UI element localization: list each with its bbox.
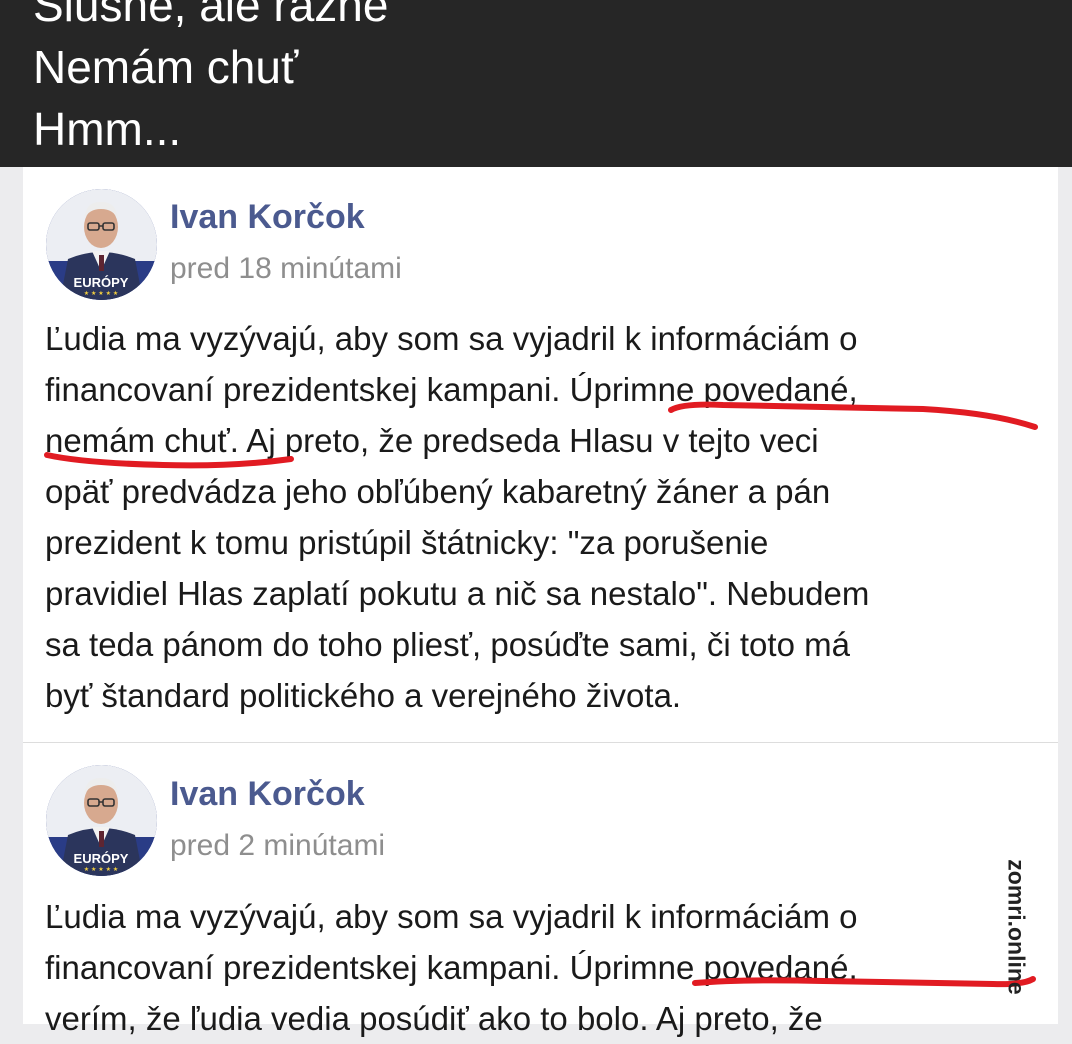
author-name[interactable]: Ivan Korčok bbox=[170, 198, 365, 237]
post-body-line: pravidiel Hlas zaplatí pokutu a nič sa n… bbox=[45, 575, 870, 612]
post-body-line: nemám chuť. Aj preto, že predseda Hlasu … bbox=[45, 422, 819, 459]
svg-text:★ ★ ★ ★ ★: ★ ★ ★ ★ ★ bbox=[84, 866, 119, 873]
post-body: Ľudia ma vyzývajú, aby som sa vyjadril k… bbox=[45, 313, 1045, 721]
post-feed: EURÓPY ★ ★ ★ ★ ★ Ivan Korčok pred 18 min… bbox=[23, 167, 1058, 1037]
post-timestamp[interactable]: pred 18 minútami bbox=[170, 252, 402, 286]
caption-line: Hmm... bbox=[33, 103, 182, 155]
svg-text:★ ★ ★ ★ ★: ★ ★ ★ ★ ★ bbox=[84, 290, 119, 297]
post: EURÓPY ★ ★ ★ ★ ★ Ivan Korčok pred 2 minú… bbox=[23, 743, 1058, 1043]
post-body-line: prezident k tomu pristúpil štátnicky: "z… bbox=[45, 524, 769, 561]
post-body-line: financovaní prezidentskej kampani. Úprim… bbox=[45, 949, 858, 986]
watermark: zomri.online bbox=[1001, 847, 1031, 1007]
post-body-line: byť štandard politického a verejného živ… bbox=[45, 677, 682, 714]
post-body-line: Ľudia ma vyzývajú, aby som sa vyjadril k… bbox=[45, 898, 858, 935]
post-body-line: verím, že ľudia vedia posúdiť ako to bol… bbox=[45, 1000, 823, 1037]
caption-line: Slušne, ale rázne bbox=[33, 0, 389, 31]
post: EURÓPY ★ ★ ★ ★ ★ Ivan Korčok pred 18 min… bbox=[23, 167, 1058, 742]
post-body-line: financovaní prezidentskej kampani. Úprim… bbox=[45, 371, 858, 408]
avatar-portrait: EURÓPY ★ ★ ★ ★ ★ bbox=[46, 189, 157, 300]
avatar[interactable]: EURÓPY ★ ★ ★ ★ ★ bbox=[46, 189, 157, 300]
caption-line: Nemám chuť bbox=[33, 41, 299, 93]
post-body-line: Ľudia ma vyzývajú, aby som sa vyjadril k… bbox=[45, 320, 858, 357]
post-body: Ľudia ma vyzývajú, aby som sa vyjadril k… bbox=[45, 891, 1045, 1044]
post-body-line: sa teda pánom do toho pliesť, posúďte sa… bbox=[45, 626, 850, 663]
caption-band: Slušne, ale rázne Nemám chuť Hmm... bbox=[0, 0, 1072, 167]
avatar[interactable]: EURÓPY ★ ★ ★ ★ ★ bbox=[46, 765, 157, 876]
author-name[interactable]: Ivan Korčok bbox=[170, 775, 365, 814]
avatar-portrait: EURÓPY ★ ★ ★ ★ ★ bbox=[46, 765, 157, 876]
watermark-text: zomri.online bbox=[1003, 859, 1030, 995]
avatar-label: EURÓPY bbox=[74, 275, 129, 290]
post-timestamp[interactable]: pred 2 minútami bbox=[170, 829, 385, 863]
avatar-label: EURÓPY bbox=[74, 851, 129, 866]
post-body-line: opäť predvádza jeho obľúbený kabaretný ž… bbox=[45, 473, 831, 510]
